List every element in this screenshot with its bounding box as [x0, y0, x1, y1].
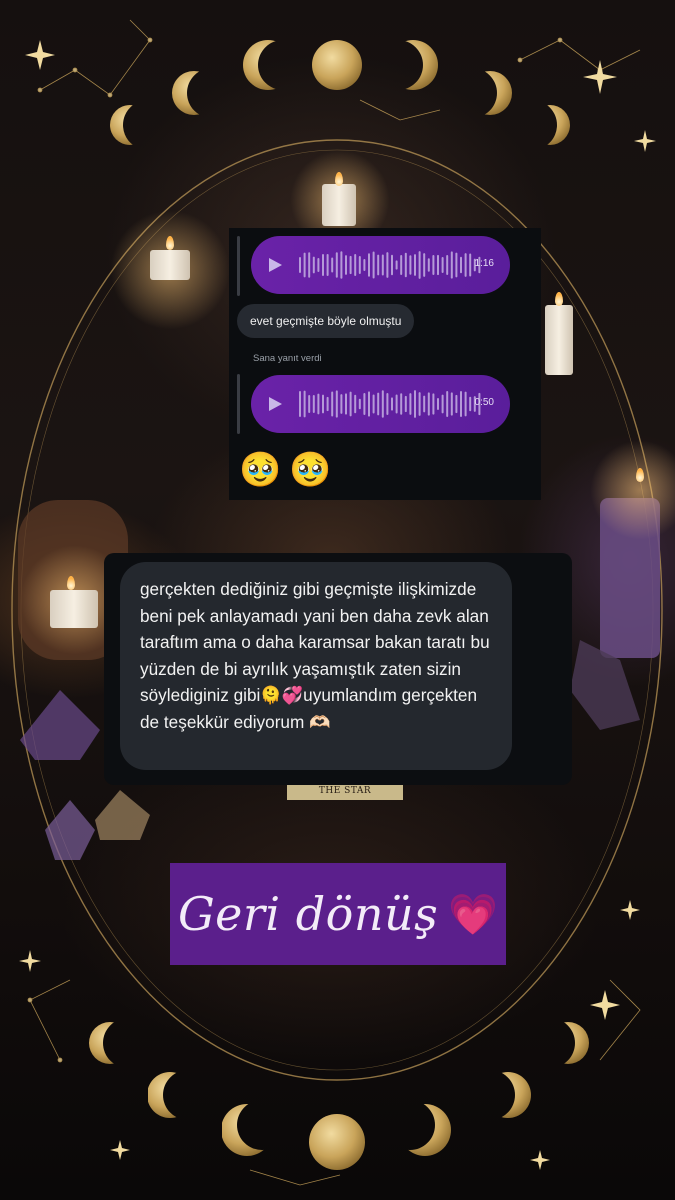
voice-duration: 0:50 [474, 397, 494, 408]
moon-icon [243, 40, 293, 90]
moon-icon [309, 1114, 365, 1170]
reaction-emoji: 🥹 [239, 451, 282, 489]
moon-icon [530, 105, 570, 145]
reply-indicator-line [237, 236, 240, 296]
moon-icon [221, 1104, 273, 1156]
play-icon[interactable] [269, 258, 282, 272]
flame-icon [636, 468, 644, 482]
voice-message[interactable]: 1:16 [251, 236, 510, 294]
chat-screenshot: 1:16 evet geçmişte böyle olmuştu Sana ya… [229, 228, 541, 500]
title-banner: Geri dönüş 💗 [170, 863, 506, 965]
flame-icon [335, 172, 343, 186]
waveform-icon [299, 251, 481, 279]
candle [322, 184, 356, 226]
reply-label: Sana yanıt verdi [253, 353, 322, 364]
moon-icon [485, 1072, 531, 1118]
title-text: Geri dönüş [177, 887, 439, 941]
message-bubble: gerçekten dediğiniz gibi geçmişte ilişki… [120, 562, 512, 770]
reply-text-bubble: evet geçmişte böyle olmuştu [237, 304, 415, 338]
heart-emoji: 💗 [448, 892, 499, 937]
candle [545, 305, 573, 375]
flame-icon [555, 292, 563, 306]
voice-message[interactable]: 0:50 [251, 375, 510, 433]
message-card: gerçekten dediğiniz gibi geçmişte ilişki… [104, 553, 572, 785]
moon-icon [147, 1072, 193, 1118]
reply-indicator-line [237, 374, 240, 434]
moon-icon [110, 105, 150, 145]
moon-icon [312, 40, 362, 90]
play-icon[interactable] [269, 397, 282, 411]
moon-icon [388, 40, 438, 90]
reaction-emoji: 🥹 [289, 451, 332, 489]
candle [150, 250, 190, 280]
voice-duration: 1:16 [474, 258, 494, 269]
flame-icon [166, 236, 174, 250]
waveform-icon [299, 390, 481, 418]
moon-icon [468, 71, 512, 115]
moon-icon [399, 1104, 451, 1156]
moon-icon [172, 71, 216, 115]
candle [50, 590, 98, 628]
moon-icon [547, 1022, 589, 1064]
flame-icon [67, 576, 75, 590]
moon-icon [89, 1022, 131, 1064]
